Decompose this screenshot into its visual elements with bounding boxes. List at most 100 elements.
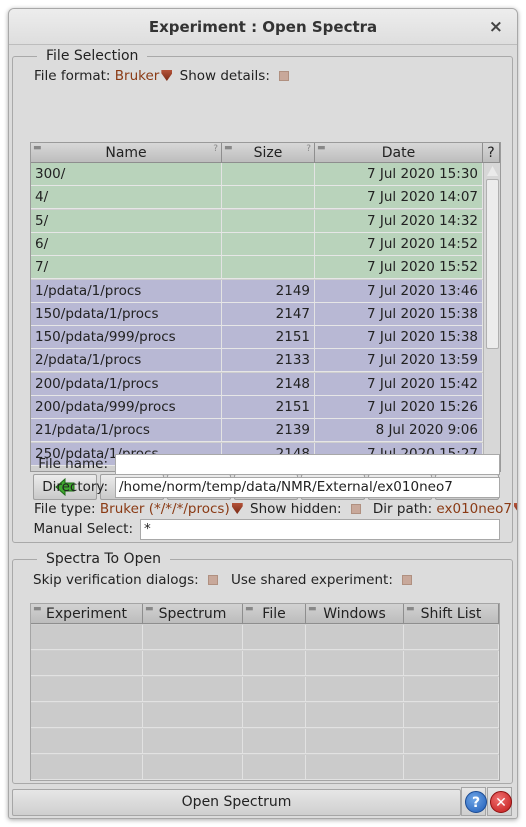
file-cell-date: 7 Jul 2020 15:38 [315, 326, 483, 350]
file-table-row[interactable]: 4/7 Jul 2020 14:07 [31, 186, 483, 210]
file-name-field[interactable] [115, 454, 500, 475]
help-icon[interactable]: ? [465, 791, 487, 813]
vertical-scrollbar[interactable] [483, 163, 500, 471]
spectra-table-cell[interactable] [143, 703, 243, 728]
dir-path-label: Dir path: [372, 501, 433, 517]
spectra-table-cell[interactable] [31, 651, 143, 676]
file-cell-name: 200/pdata/1/procs [31, 372, 222, 396]
spectra-table-cell[interactable] [31, 625, 143, 650]
spectra-table-cell[interactable] [243, 729, 306, 754]
column-header-spectrum[interactable]: ▬ Spectrum [143, 604, 243, 624]
file-cell-size [222, 256, 315, 280]
skip-verification-checkbox[interactable] [207, 575, 218, 585]
file-cell-date: 7 Jul 2020 14:52 [315, 232, 483, 256]
spectra-to-open-group: Spectra To Open Skip verification dialog… [12, 551, 513, 784]
spectra-table-cell[interactable] [243, 625, 306, 650]
spectra-table-cell[interactable] [31, 729, 143, 754]
file-type-label: File type: [34, 501, 96, 517]
spectra-table-cell[interactable] [143, 651, 243, 676]
scroll-up-icon[interactable] [487, 166, 498, 176]
show-hidden-checkbox[interactable] [350, 504, 361, 514]
spectra-table-cell[interactable] [404, 677, 499, 702]
directory-field[interactable]: /home/norm/temp/data/NMR/External/ex010n… [115, 477, 500, 498]
file-selection-legend: File Selection [37, 48, 148, 64]
file-table-row[interactable]: 150/pdata/1/procs 2147 7 Jul 2020 15:38 [31, 302, 483, 326]
file-format-row: File format: Bruker Show details: [34, 66, 289, 86]
file-table-row[interactable]: 300/7 Jul 2020 15:30 [31, 163, 483, 186]
spectra-table-cell[interactable] [243, 677, 306, 702]
scroll-thumb[interactable] [486, 179, 499, 349]
column-header-experiment[interactable]: ▬ Experiment [31, 604, 143, 624]
dir-path-dropdown-icon[interactable] [513, 503, 517, 514]
file-table-row[interactable]: 21/pdata/1/procs 2139 8 Jul 2020 9:06 [31, 419, 483, 443]
file-cell-name: 7/ [31, 256, 222, 280]
file-cell-date: 7 Jul 2020 15:30 [315, 163, 483, 186]
title-bar: Experiment : Open Spectra × [9, 9, 517, 45]
spectra-to-open-legend: Spectra To Open [37, 551, 170, 567]
column-header-file[interactable]: ▬ File [243, 604, 306, 624]
show-details-checkbox[interactable] [278, 71, 289, 81]
spectra-table-cell[interactable] [306, 651, 404, 676]
file-cell-name: 300/ [31, 163, 222, 186]
spectra-table-cell[interactable] [306, 755, 404, 780]
file-cell-size: 2148 [222, 372, 315, 396]
close-icon[interactable]: × [489, 9, 503, 45]
file-table-header: ▬ Name? ▬ Size? ▬ Date ? [31, 143, 502, 163]
file-selection-group: File Selection File format: Bruker Show … [12, 48, 517, 543]
spectra-table-cell[interactable] [306, 625, 404, 650]
spectra-table-cell[interactable] [143, 729, 243, 754]
file-table-row[interactable]: 200/pdata/999/procs 2151 7 Jul 2020 15:26 [31, 396, 483, 419]
file-cell-date: 7 Jul 2020 13:46 [315, 279, 483, 303]
file-cell-date: 8 Jul 2020 9:06 [315, 419, 483, 443]
column-header-name[interactable]: ▬ Name? [31, 143, 222, 163]
file-cell-size: 2151 [222, 396, 315, 419]
spectra-table-cell[interactable] [306, 729, 404, 754]
file-type-dropdown-icon[interactable] [231, 503, 243, 514]
spectra-table-cell[interactable] [143, 755, 243, 780]
file-table-row[interactable]: 1/pdata/1/procs 2149 7 Jul 2020 13:46 [31, 279, 483, 303]
column-header-windows[interactable]: ▬ Windows [306, 604, 404, 624]
spectra-table-cell[interactable] [31, 755, 143, 780]
show-details-label: Show details: [179, 68, 270, 84]
spectra-table-cell[interactable] [143, 677, 243, 702]
file-cell-size: 2147 [222, 302, 315, 326]
spectra-table-cell[interactable] [404, 625, 499, 650]
spectra-table-cell[interactable] [306, 677, 404, 702]
file-cell-size [222, 186, 315, 210]
spectra-table-cell[interactable] [243, 651, 306, 676]
cancel-icon[interactable]: ✕ [490, 791, 512, 813]
spectra-table-cell[interactable] [143, 625, 243, 650]
file-table-row[interactable]: 200/pdata/1/procs 2148 7 Jul 2020 15:42 [31, 372, 483, 396]
file-table-row[interactable]: 2/pdata/1/procs 2133 7 Jul 2020 13:59 [31, 349, 483, 373]
spectra-table-cell[interactable] [306, 703, 404, 728]
column-header-shift-list[interactable]: ▬ Shift List [404, 604, 499, 624]
file-cell-name: 5/ [31, 209, 222, 233]
file-table-row[interactable]: 6/7 Jul 2020 14:52 [31, 232, 483, 256]
spectra-options-row: Skip verification dialogs: Use shared ex… [33, 570, 412, 590]
file-cell-date: 7 Jul 2020 15:38 [315, 302, 483, 326]
spectra-table-cell[interactable] [404, 755, 499, 780]
use-shared-experiment-checkbox[interactable] [401, 575, 412, 585]
column-header-date[interactable]: ▬ Date [315, 143, 483, 163]
spectra-table-cell[interactable] [243, 703, 306, 728]
spectra-table-cell[interactable] [243, 755, 306, 780]
spectra-table-cell[interactable] [404, 703, 499, 728]
open-spectrum-button[interactable]: Open Spectrum [12, 789, 461, 816]
file-format-dropdown-icon[interactable] [161, 70, 173, 81]
open-spectra-dialog: Experiment : Open Spectra × File Selecti… [8, 8, 518, 819]
file-type-menu[interactable]: Bruker (*/*/*/procs) [100, 501, 230, 517]
column-header-size[interactable]: ▬ Size? [222, 143, 315, 163]
file-table-row[interactable]: 7/7 Jul 2020 15:52 [31, 256, 483, 280]
file-table-row[interactable]: 5/7 Jul 2020 14:32 [31, 209, 483, 233]
spectra-table-cell[interactable] [404, 651, 499, 676]
file-format-menu[interactable]: Bruker [115, 68, 160, 84]
spectra-table-cell[interactable] [404, 729, 499, 754]
spectra-table-cell[interactable] [31, 703, 143, 728]
file-cell-size: 2151 [222, 326, 315, 350]
manual-select-field[interactable]: * [140, 519, 500, 540]
file-table-row[interactable]: 150/pdata/999/procs 2151 7 Jul 2020 15:38 [31, 326, 483, 350]
directory-label: Directory: [42, 479, 108, 495]
dir-path-menu[interactable]: ex010neo7 [436, 501, 512, 517]
column-settings-button[interactable]: ? [483, 143, 500, 163]
spectra-table-cell[interactable] [31, 677, 143, 702]
